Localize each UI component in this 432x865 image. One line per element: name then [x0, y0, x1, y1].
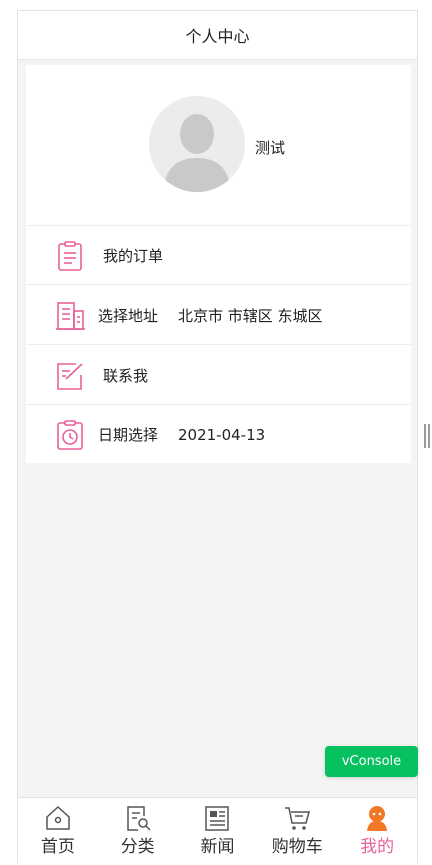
menu-item-label: 我的订单: [103, 246, 164, 265]
app-frame: 个人中心 测试 我的订单 选择地址 北京市 市辖区 东城区 联系我 日期选择 2…: [17, 10, 418, 863]
profile-header: 测试: [26, 65, 411, 226]
calendar-clock-icon: [57, 420, 83, 450]
menu-item-label: 选择地址: [98, 306, 159, 325]
avatar[interactable]: [149, 96, 245, 192]
menu-item-contact[interactable]: 联系我: [26, 346, 411, 405]
tab-label: 我的: [360, 837, 395, 857]
menu-item-address[interactable]: 选择地址 北京市 市辖区 东城区: [26, 286, 411, 345]
menu-item-date[interactable]: 日期选择 2021-04-13: [26, 405, 411, 464]
username: 测试: [255, 139, 286, 157]
order-list-icon: [58, 241, 82, 271]
category-search-icon: [126, 806, 151, 831]
tab-label: 购物车: [271, 837, 323, 857]
bottom-tabbar: 首页 分类 新闻 购物车 我的: [18, 797, 417, 863]
contact-edit-icon: [57, 363, 83, 390]
tab-label: 新闻: [200, 837, 235, 857]
tab-mine[interactable]: 我的: [337, 798, 417, 863]
user-icon: [367, 806, 388, 831]
tab-news[interactable]: 新闻: [178, 798, 258, 863]
drag-handle[interactable]: [424, 424, 430, 448]
date-value: 2021-04-13: [178, 425, 266, 444]
tab-cart[interactable]: 购物车: [257, 798, 337, 863]
default-avatar-icon: [149, 96, 245, 192]
address-icon: [56, 302, 85, 330]
menu-item-label: 日期选择: [98, 426, 159, 444]
menu-item-label: 联系我: [103, 366, 149, 385]
menu-item-orders[interactable]: 我的订单: [26, 226, 411, 285]
address-value: 北京市 市辖区 东城区: [178, 306, 323, 325]
tab-home[interactable]: 首页: [18, 798, 98, 863]
home-icon: [46, 805, 70, 830]
cart-icon: [285, 807, 311, 830]
vconsole-button[interactable]: vConsole: [325, 746, 418, 777]
page-title: 个人中心: [18, 11, 417, 60]
tab-label: 首页: [40, 837, 75, 857]
tab-category[interactable]: 分类: [98, 798, 178, 863]
tab-label: 分类: [120, 837, 155, 857]
profile-card: 测试 我的订单 选择地址 北京市 市辖区 东城区 联系我 日期选择 2021-0…: [26, 65, 411, 463]
news-icon: [205, 806, 230, 831]
